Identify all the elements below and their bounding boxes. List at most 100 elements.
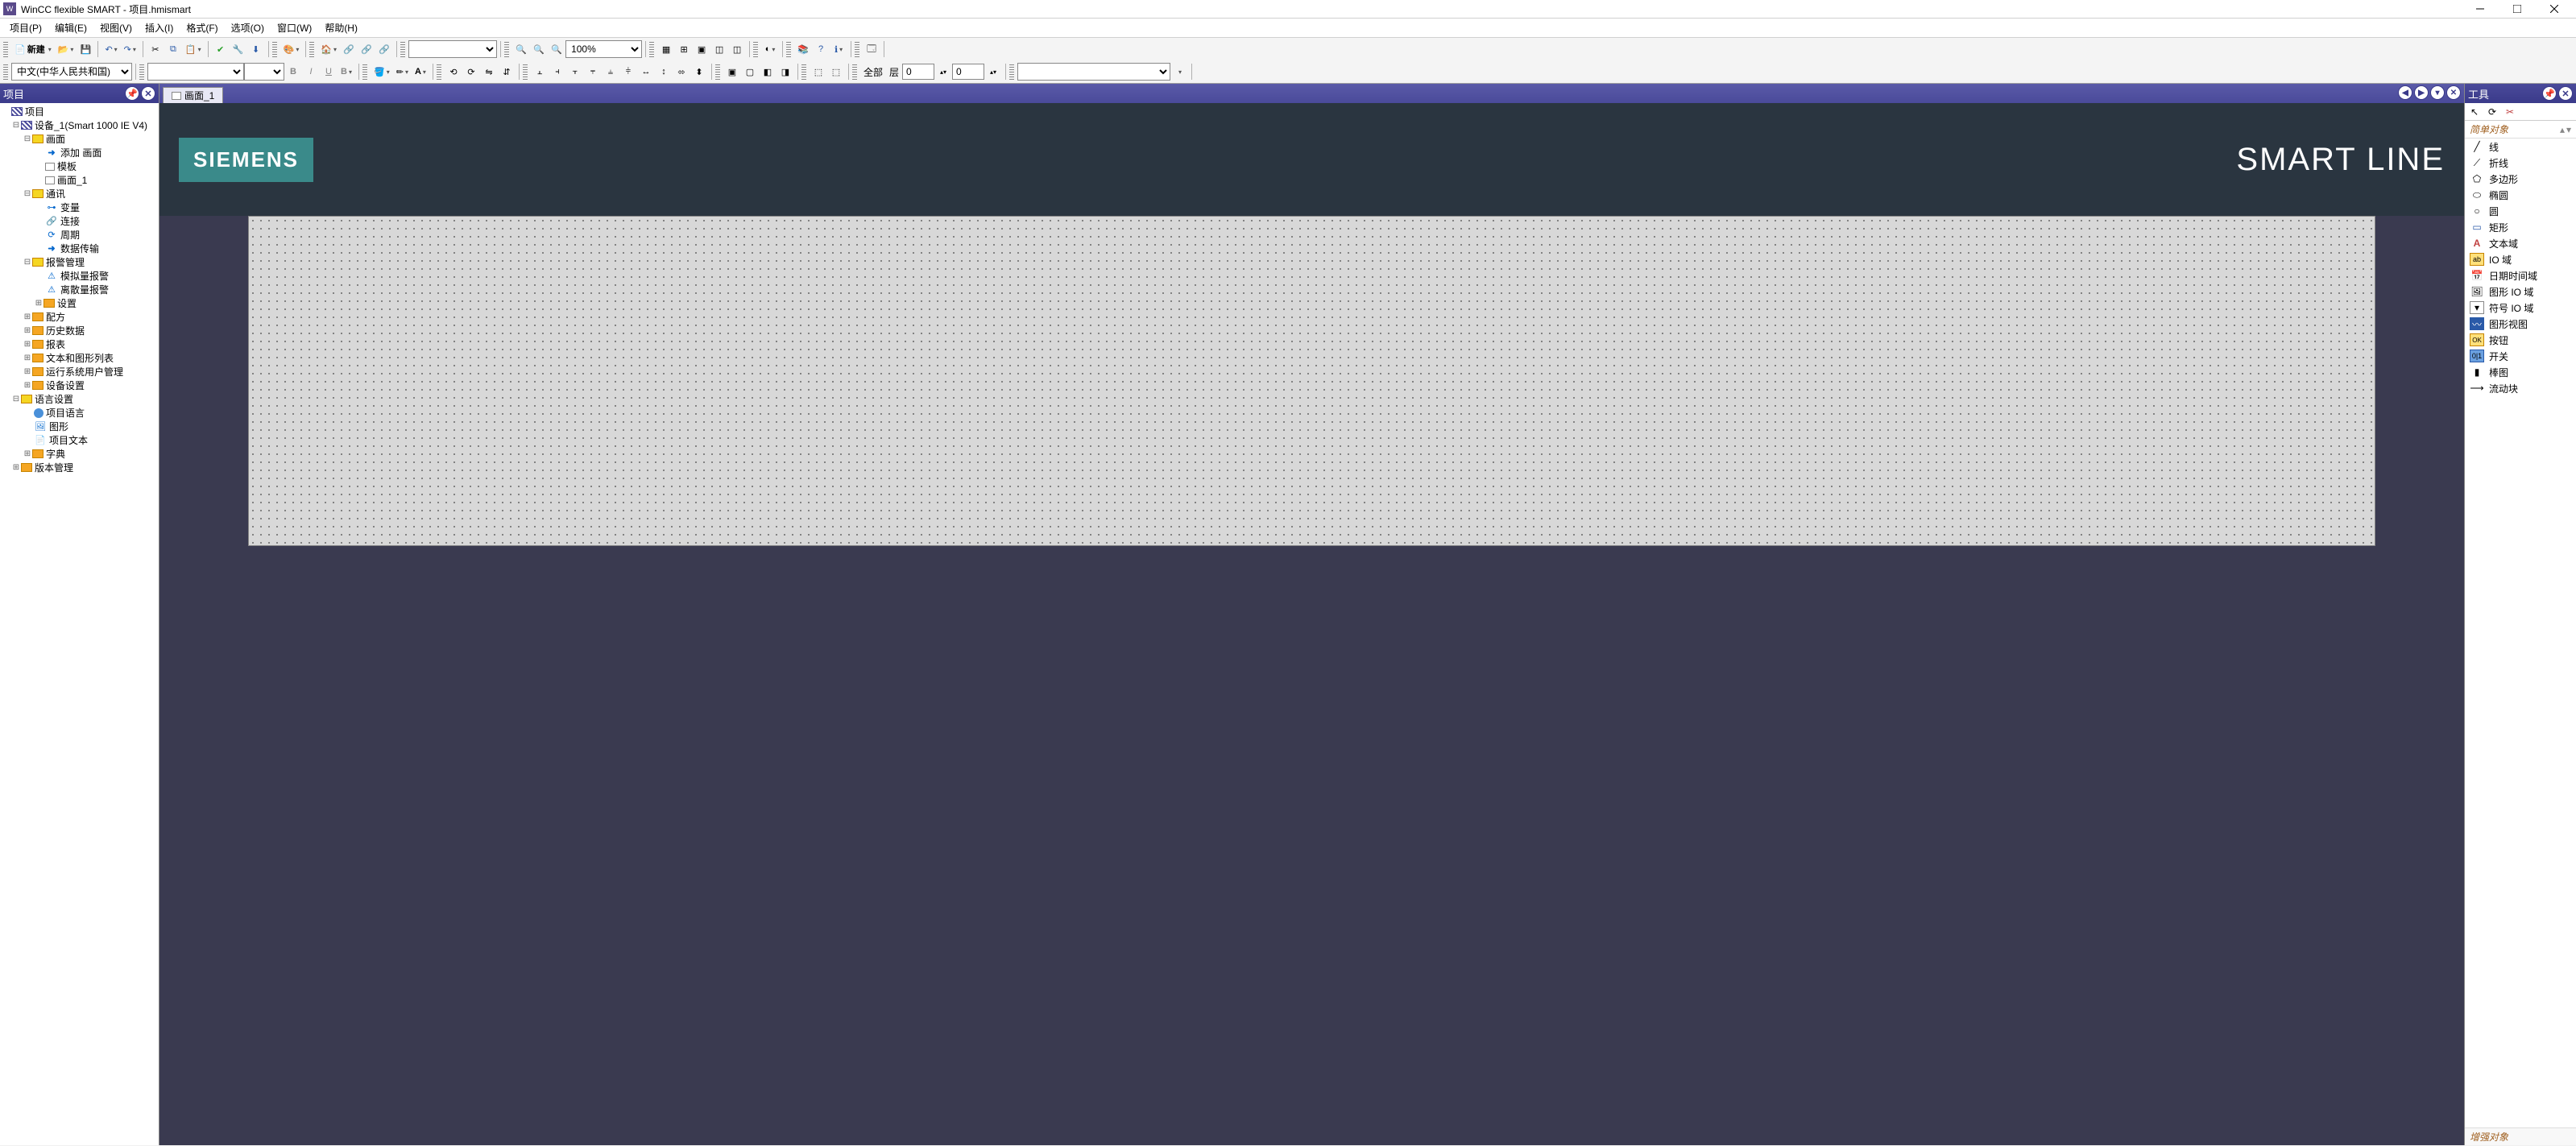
toolbar-grip-icon[interactable] (523, 64, 528, 80)
menu-help[interactable]: 帮助(H) (318, 19, 364, 37)
tab-prev-button[interactable]: ◀ (2398, 85, 2412, 100)
tool-bar[interactable]: ▮棒图 (2465, 364, 2576, 380)
toolbar-grip-icon[interactable] (3, 41, 8, 57)
tb-a2-button[interactable]: ⊞ (675, 40, 693, 58)
tool-iofield[interactable]: abIO 域 (2465, 251, 2576, 267)
tool-rectangle[interactable]: ▭矩形 (2465, 219, 2576, 235)
menu-project[interactable]: 项目(P) (3, 19, 48, 37)
collapse-icon[interactable]: ⊟ (23, 258, 32, 267)
textcolor-button[interactable]: A▾ (412, 63, 429, 81)
tree-discrete-alarm[interactable]: ⚠离散量报警 (0, 283, 159, 296)
bring-front-button[interactable]: ▣ (723, 63, 741, 81)
close-panel-button[interactable]: ✕ (2558, 86, 2573, 101)
cat-down-icon[interactable]: ▾ (2566, 124, 2571, 135)
cat-up-icon[interactable]: ▴ (2560, 124, 2565, 135)
toolbar-grip-icon[interactable] (504, 41, 509, 57)
tree-graphics[interactable]: 🖼图形 (0, 420, 159, 433)
tool-symbol-io[interactable]: ▾符号 IO 域 (2465, 300, 2576, 316)
tool-button[interactable]: OK按钮 (2465, 332, 2576, 348)
pin-button[interactable]: 📌 (2542, 86, 2557, 101)
expand-icon[interactable]: ⊞ (23, 381, 32, 390)
expand-icon[interactable]: ⊞ (23, 354, 32, 362)
style-select[interactable] (1017, 63, 1170, 81)
tb-d1-button[interactable]: 🗔 (863, 40, 880, 58)
collapse-icon[interactable]: ⊟ (23, 189, 32, 198)
flip-h-button[interactable]: ⇋ (480, 63, 498, 81)
toolbar-grip-icon[interactable] (649, 41, 654, 57)
tb-c1-button[interactable]: 📚 (794, 40, 812, 58)
tool-circle[interactable]: ○圆 (2465, 203, 2576, 219)
tab-list-button[interactable]: ▾ (2430, 85, 2445, 100)
open-button[interactable]: 📂▾ (55, 40, 77, 58)
tb-end-button[interactable]: ▾ (1170, 63, 1188, 81)
spin1-button[interactable]: ▴▾ (934, 63, 952, 81)
tool-graphic-io[interactable]: 🖼图形 IO 域 (2465, 283, 2576, 300)
toolbar-grip-icon[interactable] (362, 64, 367, 80)
maximize-button[interactable] (2499, 0, 2536, 19)
project-tree[interactable]: 项目 ⊟设备_1(Smart 1000 IE V4) ⊟画面 ➜添加 画面 模板… (0, 103, 159, 1145)
expand-icon[interactable]: ⊞ (34, 299, 43, 308)
close-panel-button[interactable]: ✕ (141, 86, 155, 101)
italic-button[interactable]: I (302, 63, 320, 81)
toolbar-grip-icon[interactable] (786, 41, 791, 57)
expand-icon[interactable]: ⊞ (11, 463, 21, 472)
pointer-tool[interactable]: ↖ (2468, 105, 2481, 118)
menu-options[interactable]: 选项(O) (225, 19, 271, 37)
link3-button[interactable]: 🔗 (375, 40, 393, 58)
align-right-button[interactable]: ⫟ (566, 63, 584, 81)
tool-line[interactable]: ╱线 (2465, 139, 2576, 155)
copy-button[interactable]: ⧉ (164, 40, 182, 58)
expand-icon[interactable]: ⊞ (23, 312, 32, 321)
menu-edit[interactable]: 编辑(E) (48, 19, 93, 37)
tool-graphic-view[interactable]: 〰图形视图 (2465, 316, 2576, 332)
fontsize-select[interactable] (244, 63, 284, 81)
tree-recipe[interactable]: ⊞配方 (0, 310, 159, 324)
canvas-scroll[interactable]: SIEMENS SMART LINE (159, 103, 2464, 1145)
zoom-select[interactable]: 100% (565, 40, 642, 58)
compile-button[interactable]: ✔ (212, 40, 230, 58)
collapse-icon[interactable]: ⊟ (11, 121, 21, 130)
link-button[interactable]: 🔗 (340, 40, 358, 58)
undo-button[interactable]: ↶▾ (101, 40, 120, 58)
zoom-fit-button[interactable]: 🔍 (512, 40, 530, 58)
tab-next-button[interactable]: ▶ (2414, 85, 2429, 100)
tb-a3-button[interactable]: ▣ (693, 40, 710, 58)
toolbar-grip-icon[interactable] (437, 64, 441, 80)
tree-analog-alarm[interactable]: ⚠模拟量报警 (0, 269, 159, 283)
expand-icon[interactable]: ⊞ (23, 340, 32, 349)
toolbar-grip-icon[interactable] (309, 41, 314, 57)
spin2-button[interactable]: ▴▾ (984, 63, 1002, 81)
tree-alarm-settings[interactable]: ⊞设置 (0, 296, 159, 310)
menu-format[interactable]: 格式(F) (180, 19, 224, 37)
backward-button[interactable]: ◨ (777, 63, 794, 81)
tree-device-settings[interactable]: ⊞设备设置 (0, 379, 159, 392)
menu-view[interactable]: 视图(V) (93, 19, 139, 37)
rotate-left-button[interactable]: ⟲ (445, 63, 462, 81)
pin-button[interactable]: 📌 (125, 86, 139, 101)
paste-button[interactable]: 📋▾ (182, 40, 205, 58)
dist-h-button[interactable]: ↔ (637, 63, 655, 81)
tree-connections[interactable]: 🔗连接 (0, 214, 159, 228)
toolbar-grip-icon[interactable] (715, 64, 720, 80)
underline-button[interactable]: U (320, 63, 338, 81)
tool-datetime[interactable]: 📅日期时间域 (2465, 267, 2576, 283)
new-button[interactable]: 📄新建▾ (11, 40, 55, 58)
send-back-button[interactable]: ▢ (741, 63, 759, 81)
expand-icon[interactable]: ⊞ (23, 367, 32, 376)
ungroup-button[interactable]: ⬚ (827, 63, 845, 81)
expand-icon[interactable]: ⊞ (23, 326, 32, 335)
redo-tool[interactable]: ⟳ (2486, 105, 2499, 118)
group-button[interactable]: ⬚ (810, 63, 827, 81)
cut-button[interactable]: ✂ (147, 40, 164, 58)
layer-from-input[interactable] (902, 64, 934, 80)
tree-screen-1[interactable]: 画面_1 (0, 173, 159, 187)
tree-device[interactable]: ⊟设备_1(Smart 1000 IE V4) (0, 118, 159, 132)
flip-v-button[interactable]: ⇵ (498, 63, 516, 81)
align-left-button[interactable]: ⫠ (531, 63, 549, 81)
same-width-button[interactable]: ⬄ (673, 63, 690, 81)
tree-template[interactable]: 模板 (0, 159, 159, 173)
align-bottom-button[interactable]: ⫩ (619, 63, 637, 81)
tools-category-simple[interactable]: 简单对象 ▴ ▾ (2465, 121, 2576, 139)
generate-button[interactable]: 🔧 (230, 40, 247, 58)
collapse-icon[interactable]: ⊟ (11, 395, 21, 403)
